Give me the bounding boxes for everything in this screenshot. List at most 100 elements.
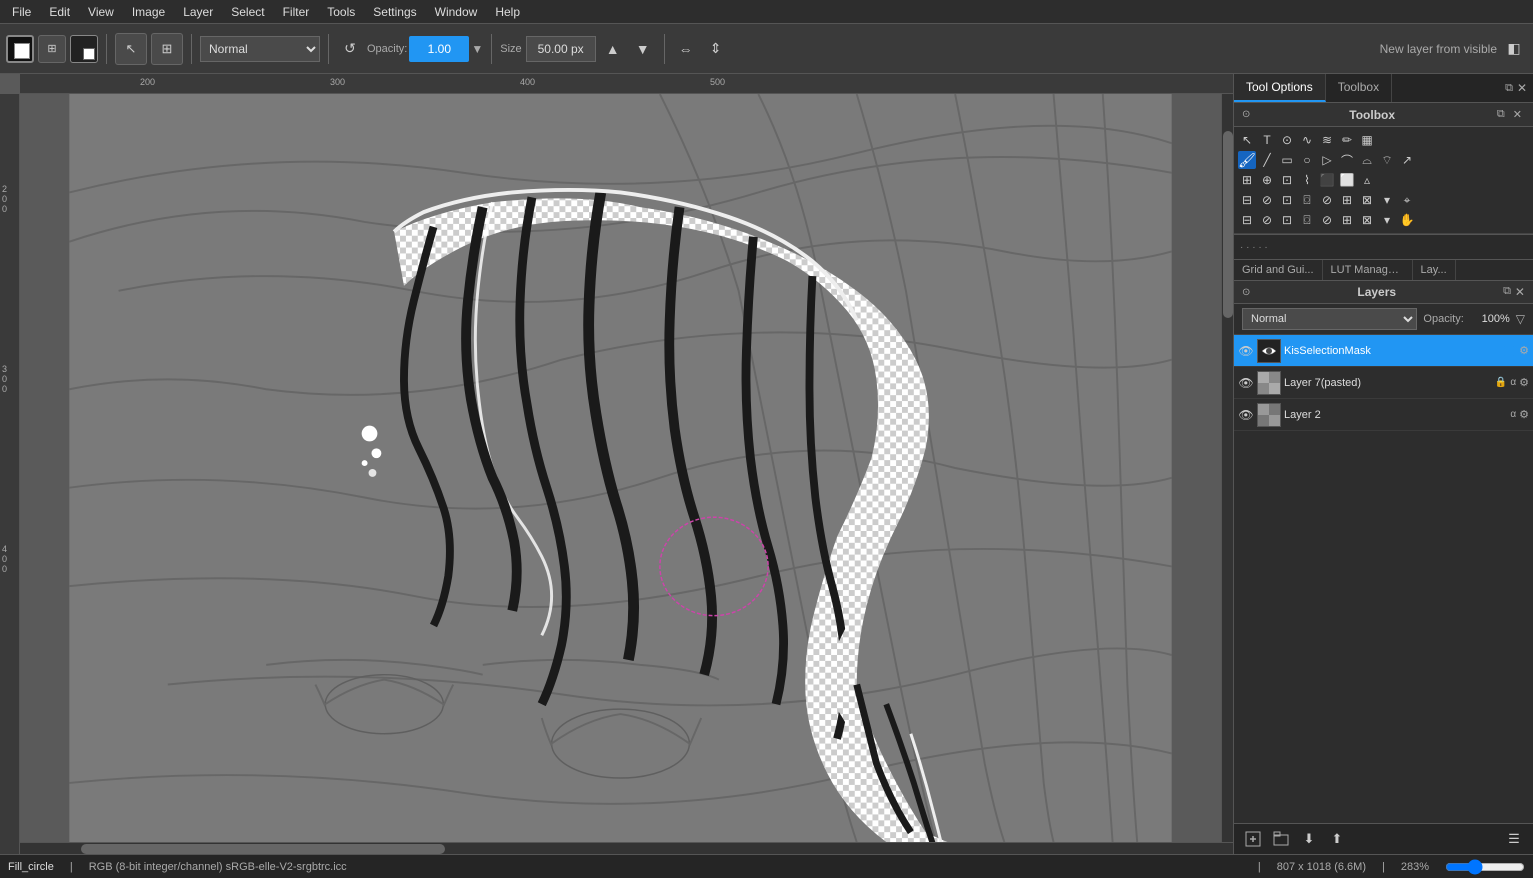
fg-bg-colors[interactable] bbox=[70, 35, 98, 63]
tool-fill[interactable]: ⬜ bbox=[1338, 171, 1356, 189]
tab-tool-options[interactable]: Tool Options bbox=[1234, 74, 1326, 102]
tool-text[interactable]: T bbox=[1258, 131, 1276, 149]
canvas-vscroll[interactable] bbox=[1221, 94, 1233, 842]
layer-options-btn[interactable]: ☰ bbox=[1503, 828, 1525, 850]
tool-bezier[interactable]: ⌒ bbox=[1338, 151, 1356, 169]
layer-eye-3[interactable]: 👁 bbox=[1238, 407, 1254, 423]
menu-settings[interactable]: Settings bbox=[365, 3, 424, 21]
toolbox-close-icon[interactable]: ✕ bbox=[1510, 107, 1525, 122]
tool-ellipse[interactable]: ○ bbox=[1298, 151, 1316, 169]
tool-select-path2[interactable]: ⌼ bbox=[1298, 211, 1316, 229]
tool-polygon[interactable]: ▷ bbox=[1318, 151, 1336, 169]
tab-layers-short[interactable]: Lay... bbox=[1413, 260, 1456, 280]
tool-rect[interactable]: ▭ bbox=[1278, 151, 1296, 169]
tool-select-lasso[interactable]: ⊘ bbox=[1318, 211, 1336, 229]
tool-select-rect[interactable]: ⊟ bbox=[1238, 191, 1256, 209]
move-layer-down-btn[interactable]: ⬇ bbox=[1298, 828, 1320, 850]
tool-select-contiguous[interactable]: ⊘ bbox=[1318, 191, 1336, 209]
hscroll-thumb[interactable] bbox=[81, 844, 445, 854]
tool-zoom[interactable]: ⌖ bbox=[1398, 191, 1416, 209]
canvas-hscroll[interactable] bbox=[20, 842, 1233, 854]
tool-smart-fill[interactable]: ▵ bbox=[1358, 171, 1376, 189]
size-up-icon[interactable]: ▲ bbox=[600, 36, 626, 62]
layer-settings-btn-1[interactable]: ⚙ bbox=[1519, 344, 1529, 357]
menu-file[interactable]: File bbox=[4, 3, 39, 21]
panel-close-icon[interactable]: ✕ bbox=[1517, 81, 1527, 95]
tool-cage[interactable]: ⊡ bbox=[1278, 171, 1296, 189]
layer-row-2[interactable]: 👁 Layer 7(pasted) 🔒 α ⚙ bbox=[1234, 367, 1533, 399]
layers-blend-select[interactable]: NormalMultiplyScreen bbox=[1242, 308, 1417, 330]
tool-select-freehand[interactable]: ⌼ bbox=[1298, 191, 1316, 209]
layers-close-icon[interactable]: ✕ bbox=[1515, 285, 1525, 299]
menu-layer[interactable]: Layer bbox=[175, 3, 221, 21]
canvas-area[interactable]: 200 300 400 500 200 300 400 bbox=[0, 74, 1233, 854]
menu-edit[interactable]: Edit bbox=[41, 3, 78, 21]
transform-tool[interactable]: ⊞ bbox=[151, 33, 183, 65]
menu-filter[interactable]: Filter bbox=[275, 3, 318, 21]
opacity-value[interactable]: 1.00 bbox=[409, 36, 469, 62]
tool-pencil[interactable]: ✏ bbox=[1338, 131, 1356, 149]
tool-freehand-path[interactable]: ⌓ bbox=[1358, 151, 1376, 169]
layers-alpha-icon[interactable]: ▽ bbox=[1516, 312, 1525, 326]
tool-magnetic-select[interactable]: ▾ bbox=[1378, 191, 1396, 209]
tool-multibrush2[interactable]: ↗ bbox=[1398, 151, 1416, 169]
tool-zoom2[interactable]: ▾ bbox=[1378, 211, 1396, 229]
tool-calligraphy[interactable]: ⊙ bbox=[1278, 131, 1296, 149]
tool-dynamic-brush[interactable]: ⌔ bbox=[1378, 151, 1396, 169]
add-group-layer-btn[interactable] bbox=[1270, 828, 1292, 850]
panel-icon[interactable]: ◧ bbox=[1501, 36, 1527, 62]
menu-select[interactable]: Select bbox=[223, 3, 272, 21]
reset-icon[interactable]: ↺ bbox=[337, 36, 363, 62]
menu-window[interactable]: Window bbox=[427, 3, 486, 21]
tool-select-ellipse[interactable]: ⊘ bbox=[1258, 191, 1276, 209]
tool-path-select[interactable]: ⌇ bbox=[1298, 171, 1316, 189]
tool-line[interactable]: ╱ bbox=[1258, 151, 1276, 169]
tab-grid-and-gui[interactable]: Grid and Gui... bbox=[1234, 260, 1323, 280]
tool-smart-patch[interactable]: ∿ bbox=[1298, 131, 1316, 149]
menu-image[interactable]: Image bbox=[124, 3, 173, 21]
menu-help[interactable]: Help bbox=[487, 3, 528, 21]
tool-gradient[interactable]: ⬛ bbox=[1318, 171, 1336, 189]
zoom-slider[interactable] bbox=[1445, 861, 1525, 873]
menu-view[interactable]: View bbox=[80, 3, 122, 21]
layers-float-icon[interactable]: ⧉ bbox=[1503, 285, 1511, 299]
layer-row-3[interactable]: 👁 Layer 2 α ⚙ bbox=[1234, 399, 1533, 431]
layer-eye-1[interactable]: 👁 bbox=[1238, 343, 1254, 359]
blend-mode-select[interactable]: NormalMultiplyScreenOverlayDarkenLighten bbox=[200, 36, 320, 62]
size-input[interactable] bbox=[526, 36, 596, 62]
tab-lut-management[interactable]: LUT Managem... bbox=[1323, 260, 1413, 280]
size-down-icon[interactable]: ▼ bbox=[630, 36, 656, 62]
add-layer-btn[interactable] bbox=[1242, 828, 1264, 850]
tool-select-outline2[interactable]: ⊞ bbox=[1338, 211, 1356, 229]
tool-brush[interactable]: 🖌 bbox=[1238, 151, 1256, 169]
mirror-h-icon[interactable]: ⇔ bbox=[673, 36, 699, 62]
layer-lock-2[interactable]: 🔒 bbox=[1495, 377, 1507, 388]
tool-transform[interactable]: ⊞ bbox=[1238, 171, 1256, 189]
toolbox-float-icon[interactable]: ⧉ bbox=[1494, 107, 1508, 122]
tool-select-path[interactable]: ⊠ bbox=[1358, 191, 1376, 209]
layer-eye-2[interactable]: 👁 bbox=[1238, 375, 1254, 391]
layer-settings-btn-2[interactable]: ⚙ bbox=[1519, 376, 1529, 389]
tool-multibrush[interactable]: ▦ bbox=[1358, 131, 1376, 149]
layer-alpha-lock-3[interactable]: α bbox=[1510, 409, 1516, 420]
tool-select-shape[interactable]: ↖ bbox=[1238, 131, 1256, 149]
tool-pan[interactable]: ✋ bbox=[1398, 211, 1416, 229]
foreground-color[interactable] bbox=[6, 35, 34, 63]
menu-tools[interactable]: Tools bbox=[319, 3, 363, 21]
layer-settings-btn-3[interactable]: ⚙ bbox=[1519, 408, 1529, 421]
tool-select-similar[interactable]: ⊞ bbox=[1338, 191, 1356, 209]
tab-toolbox[interactable]: Toolbox bbox=[1326, 74, 1392, 102]
tool-crop[interactable]: ⊟ bbox=[1238, 211, 1256, 229]
opacity-dropdown-icon[interactable]: ▼ bbox=[471, 42, 483, 56]
move-layer-up-btn[interactable]: ⬆ bbox=[1326, 828, 1348, 850]
art-canvas[interactable] bbox=[20, 94, 1221, 842]
layer-alpha-lock-2[interactable]: α bbox=[1510, 377, 1516, 388]
tool-select-polygon[interactable]: ⊡ bbox=[1278, 191, 1296, 209]
select-tool[interactable]: ↖ bbox=[115, 33, 147, 65]
vscroll-thumb[interactable] bbox=[1223, 131, 1233, 318]
tool-fill-pattern[interactable]: ≋ bbox=[1318, 131, 1336, 149]
mirror-v-icon[interactable]: ⇕ bbox=[703, 36, 729, 62]
tool-select-mask[interactable]: ⊠ bbox=[1358, 211, 1376, 229]
tool-select-circle[interactable]: ⊡ bbox=[1278, 211, 1296, 229]
layer-row-1[interactable]: 👁 KisSelectionMask ⚙ bbox=[1234, 335, 1533, 367]
